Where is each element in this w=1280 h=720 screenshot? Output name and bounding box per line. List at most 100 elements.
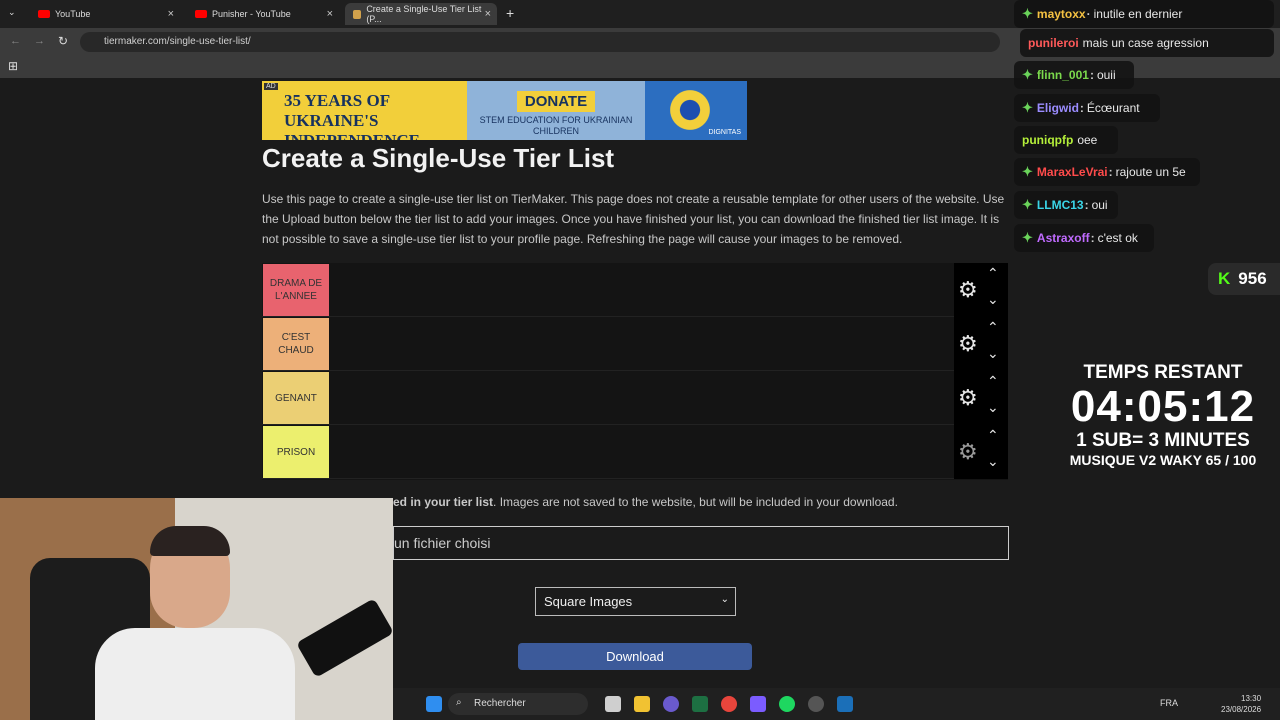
gear-icon[interactable]: ⚙ [958,333,978,355]
chat-message: punileroi mais un case agression [1020,29,1274,57]
clock[interactable]: 13:30 23/08/2026 [1221,693,1261,715]
gear-icon[interactable]: ⚙ [958,441,978,463]
diamond-icon: ✦ [1022,6,1033,21]
chat-user: punileroi [1028,36,1079,50]
chat-separator: : [1084,198,1089,212]
tab-tiermaker[interactable]: Create a Single-Use Tier List (P... × [345,3,497,25]
ad-donate-button[interactable]: DONATE [516,91,596,112]
file-explorer-icon[interactable] [634,696,650,712]
tier-list: DRAMA DE L'ANNEE ⚙ ⌃ ⌄ C'EST CHAUD ⚙ ⌃ ⌄… [262,263,1008,480]
tier-controls: ⚙ ⌃ ⌄ [954,263,1008,317]
ad-banner[interactable]: 35 YEARS OF UKRAINE'S INDEPENDENCE DONAT… [262,81,747,140]
tier-label[interactable]: DRAMA DE L'ANNEE [263,264,329,316]
flower-icon [667,87,713,133]
chat-message: ✦ Eligwid: Écœurant [1014,94,1160,122]
download-button[interactable]: Download [518,643,752,670]
url-field[interactable]: tiermaker.com/single-use-tier-list/ [80,32,1000,52]
chat-user: LLMC13 [1036,198,1084,212]
chat-message: ✦ maytoxx · inutile en dernier [1014,0,1274,28]
chat-message: ✦ MaraxLeVrai: rajoute un 5e [1014,158,1200,186]
excel-icon[interactable] [692,696,708,712]
chat-separator: : [1079,101,1084,115]
ad-donate-panel: DONATE STEM EDUCATION FOR UKRAINIAN CHIL… [467,81,645,140]
chat-message: ✦ Astraxoff: c'est ok [1014,224,1154,252]
tier-label[interactable]: C'EST CHAUD [263,318,329,370]
app-grid-icon[interactable] [750,696,766,712]
kick-viewer-badge: K 956 [1208,263,1280,295]
chat-text: rajoute un 5e [1115,165,1186,179]
chat-text: Écœurant [1086,101,1140,115]
tab-youtube[interactable]: YouTube × [30,3,180,25]
image-shape-select[interactable]: Square Images ⌄ [535,587,736,616]
chevron-down-icon[interactable]: ⌄ [987,399,999,416]
chat-text: c'est ok [1097,231,1138,245]
steam-icon[interactable] [837,696,853,712]
keyboard-language[interactable]: FRA [1160,698,1178,708]
tier-row: C'EST CHAUD ⚙ ⌃ ⌄ [262,317,1008,371]
tab-label: YouTube [55,9,91,19]
ad-headline: 35 YEARS OF UKRAINE'S INDEPENDENCE [262,81,467,140]
upload-note-rest: . Images are not saved to the website, b… [493,495,898,509]
back-icon[interactable]: ← [10,35,21,47]
chat-user: flinn_001 [1036,68,1089,82]
chrome-icon[interactable] [721,696,737,712]
tab-punisher[interactable]: Punisher - YouTube × [187,3,339,25]
chat-user: Eligwid [1036,101,1079,115]
chevron-down-icon[interactable]: ⌄ [987,453,999,470]
chevron-down-icon[interactable]: ⌄ [987,345,999,362]
close-icon[interactable]: × [168,8,174,20]
taskbar-search-label: Rechercher [474,698,526,709]
chevron-up-icon[interactable]: ⌃ [987,373,999,390]
file-upload-input[interactable]: un fichier choisi [393,526,1009,560]
chat-user: Astraxoff [1036,231,1090,245]
tab-label: Create a Single-Use Tier List (P... [366,4,482,24]
chat-text: oee [1077,133,1098,147]
chat-message: puniqpfp oee [1014,126,1118,154]
new-tab-button[interactable]: + [506,5,514,21]
close-icon[interactable]: × [327,8,333,20]
chevron-down-icon[interactable]: ⌄ [987,291,999,308]
timer-rule: 1 SUB= 3 MINUTES [1076,430,1250,451]
tier-label[interactable]: GENANT [263,372,329,424]
gear-icon[interactable]: ⚙ [958,387,978,409]
task-view-icon[interactable] [605,696,621,712]
youtube-icon [195,10,207,18]
spotify-icon[interactable] [779,696,795,712]
upload-note-bold: ed in your tier list [393,495,494,509]
chat-user: MaraxLeVrai [1036,165,1108,179]
chat-text: inutile en dernier [1093,7,1183,21]
subathon-timer: TEMPS RESTANT 04:05:12 1 SUB= 3 MINUTES … [1050,362,1276,468]
youtube-icon [38,10,50,18]
chat-separator: : [1108,165,1113,179]
chat-separator: · [1086,7,1091,21]
gear-icon[interactable]: ⚙ [958,279,978,301]
ad-image: DIGNITAS [645,81,747,140]
obs-icon[interactable] [808,696,824,712]
apps-grid-icon[interactable]: ⊞ [8,59,18,73]
forward-icon[interactable]: → [34,35,45,47]
tier-label[interactable]: PRISON [263,426,329,478]
diamond-icon: ✦ [1022,100,1033,115]
webcam-person-hair [150,526,230,556]
tier-row: PRISON ⚙ ⌃ ⌄ [262,425,1008,479]
webcam-person-body [95,628,295,720]
diamond-icon: ✦ [1022,197,1033,212]
chevron-up-icon[interactable]: ⌃ [987,265,999,282]
page-title: Create a Single-Use Tier List [262,143,615,173]
webcam-feed [0,498,393,720]
tab-label: Punisher - YouTube [212,9,291,19]
chevron-up-icon[interactable]: ⌃ [987,427,999,444]
windows-start-icon[interactable] [426,696,442,712]
chevron-down-icon: ⌄ [720,594,729,605]
diamond-icon: ✦ [1022,164,1033,179]
discord-icon[interactable] [663,696,679,712]
chevron-up-icon[interactable]: ⌃ [987,319,999,336]
reload-icon[interactable]: ↻ [58,34,68,48]
chat-user: maytoxx [1036,7,1086,21]
ad-brand: DIGNITAS [708,129,741,136]
select-value: Square Images [544,594,633,609]
taskbar-search[interactable]: ⌕ Rechercher [448,693,588,715]
close-icon[interactable]: × [485,8,491,20]
tab-list-chevron-icon[interactable]: ⌄ [8,7,16,18]
clock-time: 13:30 [1241,694,1262,703]
